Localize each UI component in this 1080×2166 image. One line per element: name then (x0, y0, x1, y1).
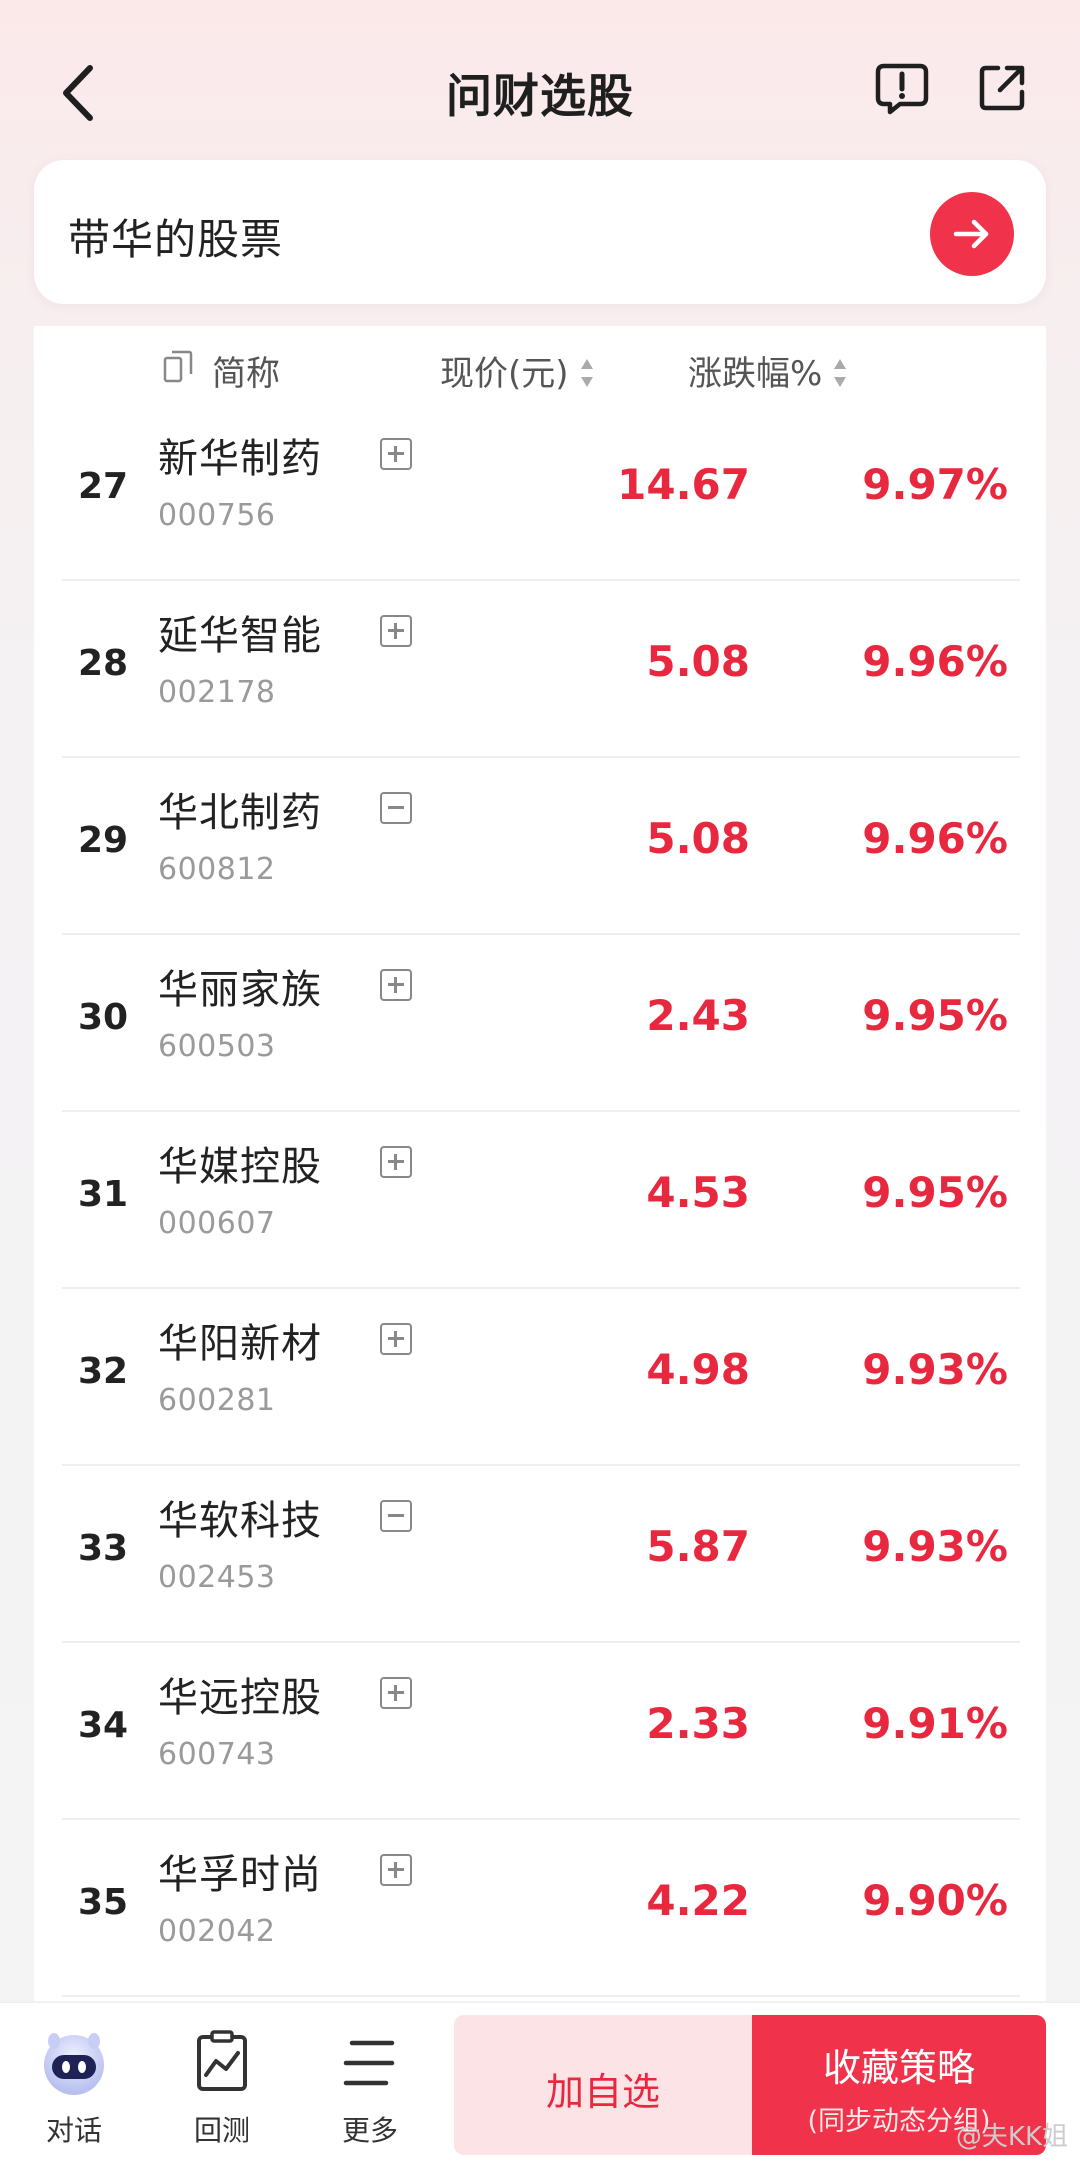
table-row[interactable]: 35 华孚时尚 002042 4.22 9.90% (62, 1820, 1020, 1997)
backtest-chart-icon (197, 2030, 247, 2091)
remove-from-watchlist-icon[interactable] (380, 792, 412, 824)
add-to-watchlist-icon[interactable] (380, 1677, 412, 1709)
add-to-watchlist-icon[interactable] (380, 438, 412, 470)
column-header-price-label: 现价(元) (440, 354, 569, 394)
share-icon (979, 65, 1025, 111)
submit-query-button[interactable] (930, 192, 1014, 276)
stock-price: 4.53 (646, 1168, 750, 1217)
tab-chat[interactable]: 对话 (14, 2021, 134, 2151)
stock-code: 000756 (158, 498, 276, 533)
row-index: 28 (78, 643, 129, 684)
stock-name: 华阳新材 (158, 1321, 322, 1367)
add-to-watchlist-icon[interactable] (380, 1854, 412, 1886)
row-index: 32 (78, 1351, 129, 1392)
stock-price: 4.98 (646, 1345, 750, 1394)
header: 问财选股 (0, 0, 1080, 170)
row-index: 30 (78, 997, 129, 1038)
sort-icon (834, 358, 847, 387)
add-to-watchlist-icon[interactable] (380, 1146, 412, 1178)
table-row[interactable]: 27 新华制药 000756 14.67 9.97% (62, 404, 1020, 581)
row-index: 35 (78, 1882, 129, 1923)
stock-code: 000607 (158, 1206, 276, 1241)
feedback-icon (875, 63, 929, 115)
stock-price: 4.22 (646, 1876, 750, 1925)
stock-code: 600743 (158, 1737, 276, 1772)
row-index: 34 (78, 1705, 129, 1746)
stock-code: 600503 (158, 1029, 276, 1064)
row-index: 29 (78, 820, 129, 861)
stock-name: 华远控股 (158, 1675, 322, 1721)
tab-chat-label: 对话 (45, 2114, 102, 2147)
stock-code: 600812 (158, 852, 276, 887)
table-row[interactable]: 33 华软科技 002453 5.87 9.93% (62, 1466, 1020, 1643)
stock-name: 新华制药 (158, 436, 322, 482)
table-row[interactable]: 28 延华智能 002178 5.08 9.96% (62, 581, 1020, 758)
stock-name: 华北制药 (158, 790, 322, 836)
table-row[interactable]: 31 华媒控股 000607 4.53 9.95% (62, 1112, 1020, 1289)
column-header-change-label: 涨跌幅% (688, 354, 823, 394)
table-row[interactable]: 32 华阳新材 600281 4.98 9.93% (62, 1289, 1020, 1466)
table-row[interactable]: 29 华北制药 600812 5.08 9.96% (62, 758, 1020, 935)
stock-code: 002453 (158, 1560, 276, 1595)
row-index: 31 (78, 1174, 129, 1215)
results-table: 简称 现价(元) 涨跌幅% 27 新华制药 000756 14.67 9.97%… (34, 326, 1046, 2001)
stock-price: 5.87 (646, 1522, 750, 1571)
add-to-watchlist-button[interactable]: 加自选 (454, 2015, 752, 2155)
row-index: 33 (78, 1528, 129, 1569)
stock-change: 9.95% (862, 1168, 1008, 1217)
stock-change: 9.97% (862, 460, 1008, 509)
add-to-watchlist-icon[interactable] (380, 1323, 412, 1355)
add-to-watchlist-icon[interactable] (380, 969, 412, 1001)
stock-price: 2.33 (646, 1699, 750, 1748)
stock-name: 延华智能 (158, 613, 322, 659)
stock-price: 14.67 (617, 460, 750, 509)
stock-code: 002178 (158, 675, 276, 710)
row-index: 27 (78, 466, 129, 507)
stock-name: 华丽家族 (158, 967, 322, 1013)
stock-name: 华孚时尚 (158, 1852, 322, 1898)
stock-change: 9.93% (862, 1345, 1008, 1394)
share-button[interactable] (976, 62, 1028, 114)
table-row[interactable]: 34 华远控股 600743 2.33 9.91% (62, 1643, 1020, 1820)
save-strategy-label: 收藏策略 (822, 2046, 975, 2090)
query-text[interactable]: 带华的股票 (68, 206, 283, 267)
add-to-watchlist-icon[interactable] (380, 615, 412, 647)
tab-backtest[interactable]: 回测 (162, 2021, 282, 2151)
tab-backtest-label: 回测 (193, 2114, 250, 2147)
stock-code: 600281 (158, 1383, 276, 1418)
tab-more-label: 更多 (341, 2114, 398, 2147)
column-settings-icon[interactable] (162, 348, 194, 384)
stock-name: 华媒控股 (158, 1144, 322, 1190)
stock-change: 9.96% (862, 814, 1008, 863)
watermark: @夫KK姐 (955, 2122, 1068, 2152)
stock-change: 9.91% (862, 1699, 1008, 1748)
stock-price: 2.43 (646, 991, 750, 1040)
add-to-watchlist-label: 加自选 (545, 2070, 660, 2114)
stock-change: 9.93% (862, 1522, 1008, 1571)
feedback-button[interactable] (874, 60, 930, 116)
column-header-change[interactable]: 涨跌幅% (688, 346, 848, 395)
table-header: 简称 现价(元) 涨跌幅% (34, 326, 1046, 406)
stock-price: 5.08 (646, 814, 750, 863)
stock-price: 5.08 (646, 637, 750, 686)
stock-name: 华软科技 (158, 1498, 322, 1544)
sort-icon (580, 358, 593, 387)
stock-change: 9.96% (862, 637, 1008, 686)
column-header-price[interactable]: 现价(元) (440, 346, 595, 395)
arrow-right-icon (953, 219, 989, 249)
query-card[interactable]: 带华的股票 (34, 160, 1046, 304)
table-body: 27 新华制药 000756 14.67 9.97% 28 延华智能 00217… (34, 404, 1046, 1997)
remove-from-watchlist-icon[interactable] (380, 1500, 412, 1532)
stock-code: 002042 (158, 1914, 276, 1949)
table-row[interactable]: 30 华丽家族 600503 2.43 9.95% (62, 935, 1020, 1112)
column-header-name: 简称 (212, 354, 280, 394)
menu-icon (343, 2040, 395, 2086)
stock-change: 9.95% (862, 991, 1008, 1040)
stock-change: 9.90% (862, 1876, 1008, 1925)
robot-icon (44, 2033, 104, 2095)
bottom-bar: 对话 回测 更多 加自选 收藏策略 (同步动态分组) (0, 2002, 1080, 2166)
tab-more[interactable]: 更多 (310, 2021, 430, 2151)
